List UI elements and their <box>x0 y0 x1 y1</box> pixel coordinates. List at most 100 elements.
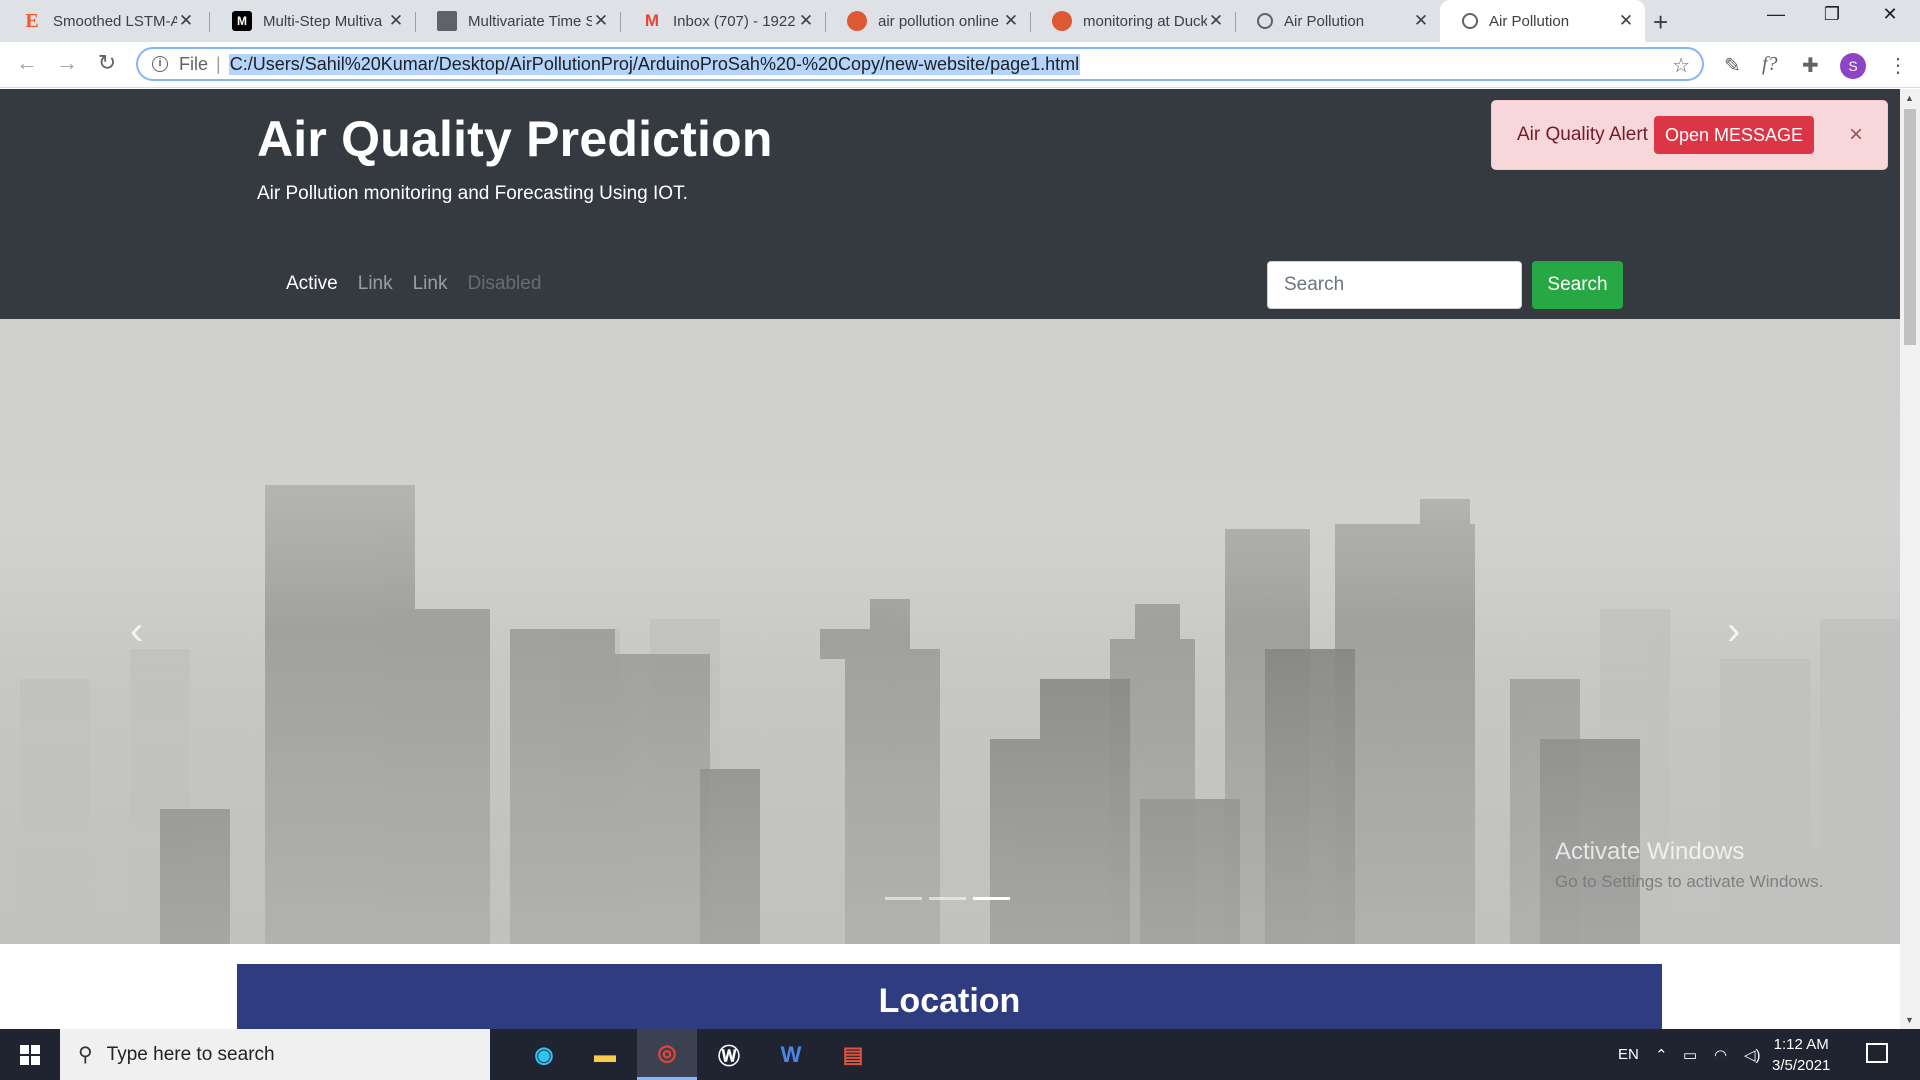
etsy-favicon-icon: E <box>25 9 39 32</box>
duckduckgo-favicon-icon <box>1052 11 1072 31</box>
close-tab-icon[interactable]: ✕ <box>1207 11 1225 31</box>
new-tab-button[interactable]: + <box>1653 7 1668 38</box>
medium-favicon-icon: M <box>232 11 252 31</box>
tab-title: Air Pollution <box>1489 12 1570 30</box>
close-window-icon[interactable]: ✕ <box>1862 4 1918 25</box>
close-tab-icon[interactable]: ✕ <box>592 11 610 31</box>
minimize-icon[interactable]: — <box>1748 4 1804 25</box>
show-hidden-icons-icon[interactable]: ⌃ <box>1655 1029 1668 1080</box>
gmail-favicon-icon: M <box>644 11 660 30</box>
carousel-indicators <box>885 897 1017 900</box>
language-indicator[interactable]: EN <box>1618 1029 1639 1080</box>
air-quality-alert: Air Quality Alert Open MESSAGE × <box>1491 100 1888 170</box>
close-tab-icon[interactable]: ✕ <box>177 11 195 31</box>
reload-icon[interactable]: ↻ <box>92 50 122 76</box>
watermark-line1: Activate Windows <box>1555 838 1745 865</box>
restore-icon[interactable]: ❐ <box>1804 4 1860 25</box>
site-header: Air Quality Prediction Air Pollution mon… <box>0 89 1900 319</box>
tab-title: Air Pollution <box>1284 12 1365 30</box>
globe-icon <box>1462 13 1478 29</box>
forward-icon[interactable]: → <box>52 50 82 76</box>
alert-close-icon[interactable]: × <box>1849 121 1863 149</box>
taskbar-search[interactable]: ⚲ Type here to search <box>60 1029 490 1080</box>
nav-item-disabled: Disabled <box>467 273 542 294</box>
acrobat-app-icon[interactable]: ▤ <box>823 1029 883 1080</box>
bookmark-star-icon[interactable]: ☆ <box>1672 53 1690 78</box>
chrome-app-icon[interactable]: ◎ <box>637 1029 697 1080</box>
address-bar[interactable]: i File | C:/Users/Sahil%20Kumar/Desktop/… <box>136 47 1704 81</box>
wifi-icon[interactable]: ◠ <box>1714 1029 1727 1080</box>
open-message-button[interactable]: Open MESSAGE <box>1653 116 1814 154</box>
nav-item-link[interactable]: Link <box>358 273 393 295</box>
url-text[interactable]: C:/Users/Sahil%20Kumar/Desktop/AirPollut… <box>228 53 1081 75</box>
browser-tab-active[interactable]: Air Pollution ✕ <box>1440 0 1645 42</box>
close-tab-icon[interactable]: ✕ <box>387 11 405 31</box>
tab-title: Multivariate Time S <box>468 12 592 30</box>
windows-taskbar: ⚲ Type here to search ◉ ▬ ◎ Ⓦ W ▤ EN ⌃ ▭… <box>0 1029 1920 1080</box>
tab-title: Smoothed LSTM-A <box>53 12 177 30</box>
tab-title: air pollution online <box>878 12 999 30</box>
battery-icon[interactable]: ▭ <box>1683 1029 1697 1080</box>
start-button[interactable] <box>0 1029 60 1080</box>
close-tab-icon[interactable]: ✕ <box>1617 11 1635 31</box>
browser-tab[interactable]: Multivariate Time S ✕ <box>415 0 620 42</box>
browser-tab[interactable]: E Smoothed LSTM-A ✕ <box>0 0 205 42</box>
tab-title: monitoring at Duck <box>1083 12 1207 30</box>
site-info-icon[interactable]: i <box>152 56 168 72</box>
extensions-puzzle-icon[interactable]: ✚ <box>1802 53 1819 78</box>
carousel-next-icon[interactable]: › <box>1727 609 1740 654</box>
file-explorer-icon[interactable]: ▬ <box>575 1029 635 1080</box>
w-app-icon[interactable]: Ⓦ <box>699 1029 759 1080</box>
browser-tab-strip: E Smoothed LSTM-A ✕ M Multi-Step Multiva… <box>0 0 1920 42</box>
browser-tab[interactable]: M Multi-Step Multiva ✕ <box>210 0 415 42</box>
taskbar-search-placeholder: Type here to search <box>106 1043 275 1065</box>
scroll-up-icon[interactable]: ▲ <box>1905 93 1914 103</box>
word-app-icon[interactable]: W <box>761 1029 821 1080</box>
scrollbar-thumb[interactable] <box>1904 109 1916 345</box>
nav-item-link[interactable]: Link <box>413 273 448 295</box>
profile-avatar[interactable]: S <box>1840 53 1866 79</box>
duckduckgo-favicon-icon <box>847 11 867 31</box>
main-nav: Active Link Link Disabled <box>286 273 561 295</box>
close-tab-icon[interactable]: ✕ <box>1002 11 1020 31</box>
volume-icon[interactable]: ◁) <box>1744 1029 1761 1080</box>
browser-tab[interactable]: air pollution online ✕ <box>825 0 1030 42</box>
location-title: Location <box>878 982 1021 1020</box>
eyedropper-extension-icon[interactable]: ✎ <box>1724 53 1741 78</box>
page-title: Air Quality Prediction <box>257 111 773 167</box>
tab-title: Multi-Step Multiva <box>263 12 383 30</box>
document-favicon-icon <box>437 11 457 31</box>
carousel-indicator[interactable] <box>929 897 966 900</box>
carousel-prev-icon[interactable]: ‹ <box>130 609 143 654</box>
page-scrollbar[interactable]: ▲ ▼ <box>1900 89 1920 1029</box>
clock-time: 1:12 AM <box>1773 1036 1829 1053</box>
clock-date: 3/5/2021 <box>1772 1057 1831 1074</box>
browser-tab[interactable]: M Inbox (707) - 1922 ✕ <box>620 0 825 42</box>
nav-item-active[interactable]: Active <box>286 273 338 295</box>
back-icon[interactable]: ← <box>12 50 42 76</box>
browser-tab[interactable]: Air Pollution ✕ <box>1235 0 1440 42</box>
search-icon: ⚲ <box>78 1044 93 1066</box>
edge-app-icon[interactable]: ◉ <box>514 1029 574 1080</box>
tab-title: Inbox (707) - 1922 <box>673 12 796 30</box>
browser-menu-icon[interactable]: ⋮ <box>1888 53 1908 78</box>
formula-extension-icon[interactable]: f? <box>1762 53 1778 76</box>
browser-tab[interactable]: monitoring at Duck ✕ <box>1030 0 1235 42</box>
search-button[interactable]: Search <box>1532 261 1623 309</box>
windows-logo-icon <box>20 1044 40 1065</box>
location-section: Location <box>237 964 1662 1029</box>
watermark-line2: Go to Settings to activate Windows. <box>1555 872 1824 891</box>
carousel-indicator-active[interactable] <box>973 897 1010 900</box>
scheme-label: File <box>179 53 209 74</box>
search-input[interactable] <box>1267 261 1522 309</box>
notification-center-icon[interactable] <box>1866 1043 1888 1063</box>
close-tab-icon[interactable]: ✕ <box>797 11 815 31</box>
page-subtitle: Air Pollution monitoring and Forecasting… <box>257 183 688 204</box>
taskbar-clock[interactable]: 1:12 AM 3/5/2021 <box>1772 1034 1830 1076</box>
carousel-indicator[interactable] <box>885 897 922 900</box>
scroll-down-icon[interactable]: ▼ <box>1905 1015 1914 1025</box>
windows-activation-watermark: Activate Windows Go to Settings to activ… <box>1555 838 1823 892</box>
close-tab-icon[interactable]: ✕ <box>1412 11 1430 31</box>
alert-text: Air Quality Alert <box>1517 124 1648 145</box>
globe-icon <box>1257 13 1273 29</box>
